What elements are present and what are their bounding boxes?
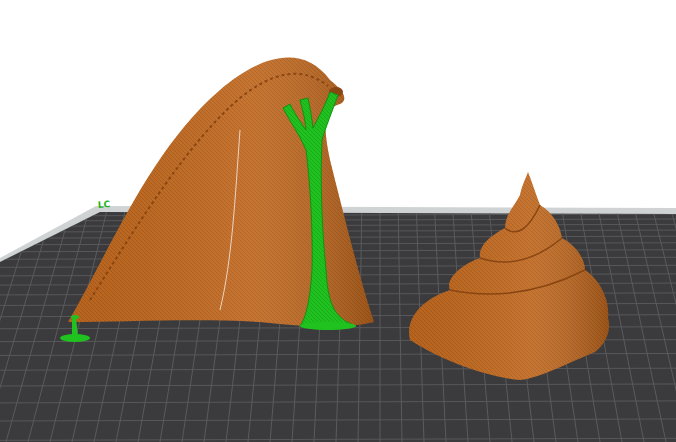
support-structure[interactable]	[283, 92, 356, 330]
bed-label: LC	[97, 199, 110, 210]
model[interactable]	[68, 58, 374, 327]
build-plate-view[interactable]: LC	[0, 0, 676, 442]
model[interactable]	[409, 172, 609, 380]
support-structure[interactable]	[60, 315, 90, 342]
